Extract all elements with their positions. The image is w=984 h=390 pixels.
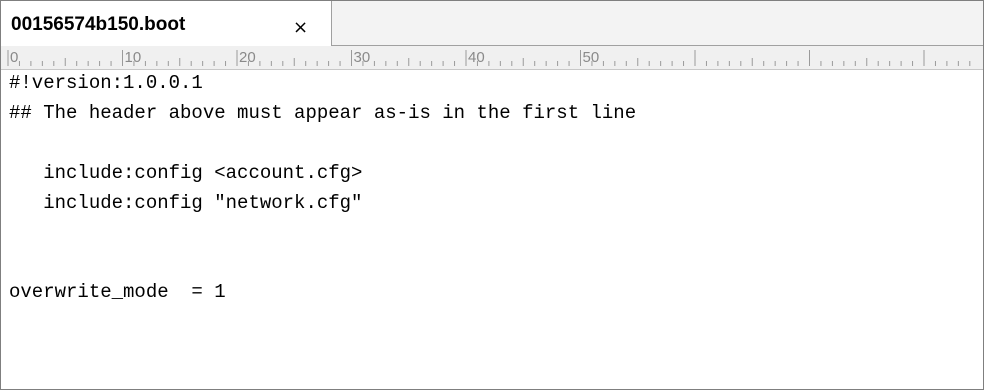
column-ruler: 0 10 20 30 40 50 <box>1 46 983 70</box>
ruler-label: 0 <box>10 49 18 66</box>
editor-line-4: include:config <account.cfg> <box>9 162 363 184</box>
tab-bar: 00156574b150.boot × <box>1 1 983 46</box>
editor-window: 00156574b150.boot × 0 10 20 30 40 50 #!versio… <box>0 0 984 390</box>
ruler-label: 50 <box>583 49 600 66</box>
editor-line-8: overwrite_mode = 1 <box>9 281 226 303</box>
tab-file[interactable]: 00156574b150.boot × <box>1 1 332 46</box>
tab-filename: 00156574b150.boot <box>11 14 186 35</box>
editor-line-2: ## The header above must appear as-is in… <box>9 102 637 124</box>
close-icon[interactable]: × <box>293 17 308 38</box>
ruler-label: 10 <box>125 49 142 66</box>
ruler-graphic: 0 10 20 30 40 50 <box>7 49 971 66</box>
ruler-label: 30 <box>354 49 371 66</box>
ruler-label: 20 <box>239 49 256 66</box>
editor-line-1: #!version:1.0.0.1 <box>9 72 203 94</box>
editor-line-5: include:config "network.cfg" <box>9 192 363 214</box>
text-editor[interactable]: #!version:1.0.0.1 ## The header above mu… <box>1 70 983 389</box>
ruler-label: 40 <box>468 49 485 66</box>
